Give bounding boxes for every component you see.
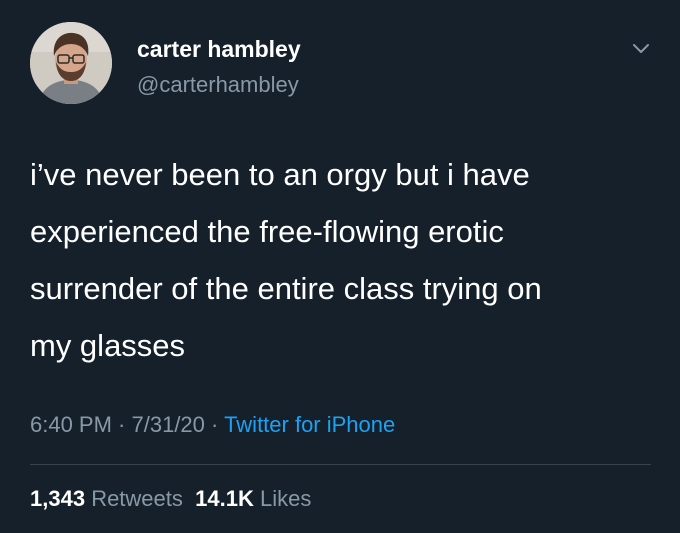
username-handle[interactable]: @carterhambley — [137, 72, 299, 98]
chevron-down-icon[interactable] — [628, 38, 654, 58]
tweet-source-link[interactable]: Twitter for iPhone — [224, 412, 395, 437]
tweet-time[interactable]: 6:40 PM — [30, 412, 112, 437]
avatar[interactable] — [30, 22, 112, 104]
divider — [30, 464, 651, 465]
tweet-card: carter hambley @carterhambley i’ve never… — [0, 0, 680, 533]
retweets-label: Retweets — [91, 486, 183, 511]
profile-photo — [30, 22, 112, 104]
tweet-text: i’ve never been to an orgy but i have ex… — [30, 157, 542, 363]
likes-stat[interactable]: 14.1K Likes — [195, 486, 311, 511]
likes-label: Likes — [259, 486, 312, 511]
tweet-stats: 1,343 Retweets 14.1K Likes — [30, 486, 311, 512]
likes-count: 14.1K — [195, 486, 254, 511]
meta-separator: · — [204, 412, 225, 437]
meta-separator: · — [111, 412, 132, 437]
retweets-stat[interactable]: 1,343 Retweets — [30, 486, 183, 511]
tweet-meta: 6:40 PM · 7/31/20 · Twitter for iPhone — [30, 412, 395, 438]
tweet-date[interactable]: 7/31/20 — [132, 412, 205, 437]
display-name[interactable]: carter hambley — [137, 36, 301, 63]
retweets-count: 1,343 — [30, 486, 86, 511]
